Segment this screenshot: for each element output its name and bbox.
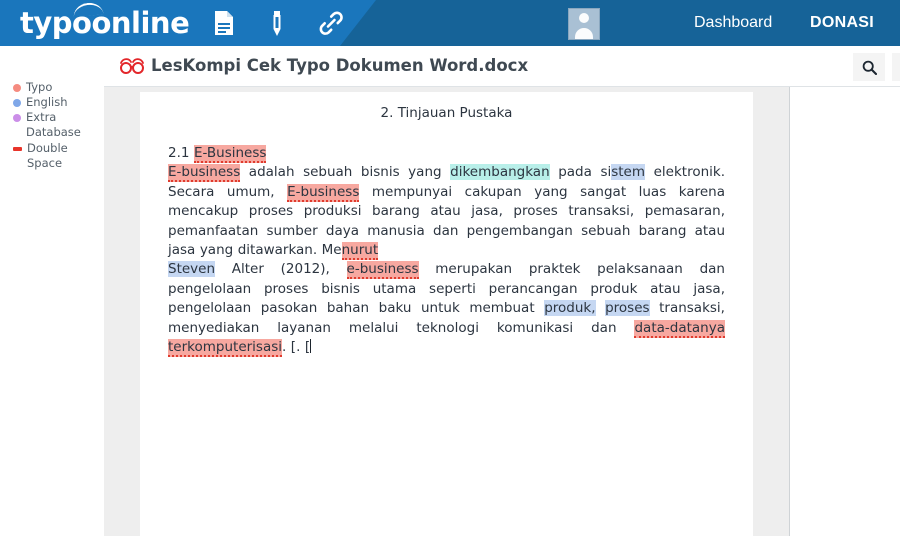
extra-database-color-dot (13, 114, 21, 122)
legend-label-extra-database: Extra Database (26, 110, 81, 139)
highlight-eng: proses (605, 300, 650, 317)
text-run: 2.1 (168, 145, 194, 161)
legend-label-english: English (26, 95, 68, 109)
logo-text-part-1: typ (20, 6, 73, 40)
highlight-typo: terkomputerisasi (168, 339, 283, 358)
legend-list: Typo English Extra Database Double Space (13, 80, 105, 171)
nav-donasi-link[interactable]: DONASI (810, 12, 874, 34)
editor-scroll-area[interactable]: 2. Tinjauan Pustaka 2.1 E-Business E-busi… (104, 87, 790, 536)
legend-item-typo: Typo (13, 80, 105, 95)
text-run: pada si (549, 164, 612, 181)
double-space-color-dash (13, 147, 22, 151)
typo-color-dot (13, 84, 21, 92)
pen-icon[interactable] (263, 9, 291, 37)
highlight-typo: E-business (287, 183, 360, 202)
document-icon[interactable] (210, 9, 238, 37)
text-run (596, 300, 606, 316)
highlight-typo: E-Business (193, 145, 267, 163)
avatar[interactable] (568, 8, 600, 40)
link-icon[interactable] (317, 9, 345, 37)
document-heading: 2. Tinjauan Pustaka (380, 105, 513, 121)
logo-eyes-glyph: oo (72, 1, 111, 40)
highlight-typo: e-business (346, 261, 419, 280)
document-content[interactable]: 2. Tinjauan Pustaka 2.1 E-Business E-busi… (168, 104, 725, 358)
document-paragraph[interactable]: 2.1 E-Business E-business adalah sebuah b… (168, 144, 725, 358)
legend-item-english: English (13, 95, 105, 110)
document-title-bar: LesKompi Cek Typo Dokumen Word.docx B (104, 46, 900, 87)
legend-sidebar: Typo English Extra Database Double Space (0, 46, 105, 536)
top-header-bar: typ oonline Dashboard DONASI (0, 0, 900, 46)
document-page[interactable]: 2. Tinjauan Pustaka 2.1 E-Business E-busi… (140, 92, 753, 536)
nav-dashboard-link[interactable]: Dashboard (694, 12, 772, 34)
page-title: LesKompi Cek Typo Dokumen Word.docx (151, 56, 529, 75)
text-cursor (310, 339, 312, 354)
avatar-body-shape (575, 28, 593, 39)
highlight-eng: Steven (168, 261, 216, 278)
highlight-eng: produk, (544, 300, 596, 317)
text-run: Alter (2012), (215, 261, 347, 278)
english-color-dot (13, 99, 21, 107)
logo-text-part-3: nline (110, 6, 190, 40)
highlight-extra: dikembangkan (450, 164, 550, 181)
highlight-typo: nurut (341, 242, 379, 261)
text-run: . [. [ (282, 339, 311, 356)
glasses-icon (119, 57, 145, 74)
legend-label-typo: Typo (26, 80, 53, 94)
app-root: typ oonline Dashboard DONASI Typo Englis… (0, 0, 900, 536)
legend-item-double-space: Double Space (13, 141, 105, 171)
right-blank-pane (790, 87, 900, 536)
legend-label-double-space: Double Space (27, 141, 72, 170)
undo-button[interactable] (892, 53, 900, 81)
app-logo[interactable]: typ oonline (20, 1, 190, 40)
highlight-eng: stem (611, 164, 646, 181)
search-button[interactable] (853, 53, 885, 81)
highlight-typo: E-business (168, 164, 241, 183)
highlight-typo: data-datanya (634, 319, 725, 338)
legend-item-extra-database: Extra Database (13, 110, 105, 140)
text-run: adalah sebuah bisnis yang (240, 164, 451, 181)
avatar-head-shape (579, 13, 589, 23)
